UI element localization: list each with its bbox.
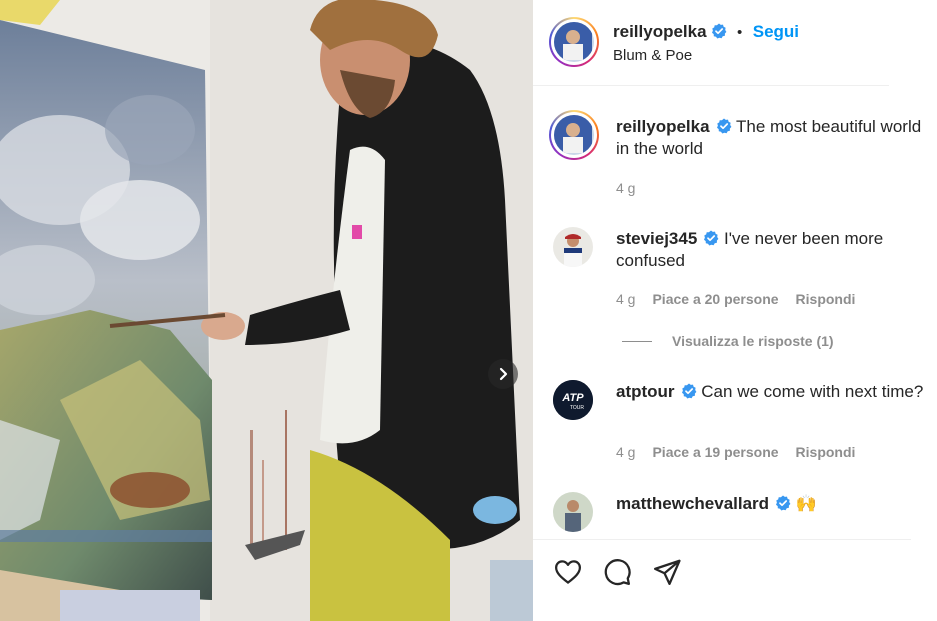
comment-time[interactable]: 4 g — [616, 444, 635, 460]
author-avatar[interactable] — [549, 17, 599, 67]
comment-text: steviej345 I've never been more confused — [616, 228, 932, 272]
view-replies-button[interactable]: Visualizza le risposte (1) — [622, 333, 834, 349]
chevron-right-icon — [499, 367, 508, 381]
share-button[interactable] — [652, 557, 682, 592]
comment-time[interactable]: 4 g — [616, 180, 635, 196]
commenter-avatar[interactable] — [553, 492, 593, 532]
commenter-avatar[interactable] — [553, 227, 593, 267]
comment-text: atptour Can we come with next time? — [616, 381, 932, 403]
speech-bubble-icon — [604, 559, 631, 586]
verified-badge-icon — [776, 495, 791, 511]
caption-avatar[interactable] — [549, 110, 599, 160]
post-image[interactable] — [0, 0, 533, 621]
reply-button[interactable]: Rispondi — [796, 444, 856, 460]
verified-badge-icon — [681, 383, 696, 399]
like-button[interactable] — [553, 557, 583, 592]
reply-button[interactable]: Rispondi — [796, 291, 856, 307]
comment-body: Can we come with next time? — [701, 382, 924, 401]
comment-likes[interactable]: Piace a 20 persone — [652, 291, 778, 307]
comment-meta: 4 g Piace a 19 persone Rispondi — [616, 444, 855, 460]
paper-plane-icon — [654, 559, 681, 585]
post-header: reillyopelka • Segui Blum & Poe — [533, 0, 889, 86]
verified-badge-icon — [716, 118, 731, 134]
replies-divider — [622, 340, 652, 342]
svg-text:TOUR: TOUR — [570, 405, 584, 411]
next-image-button[interactable] — [488, 359, 518, 389]
comment-username[interactable]: atptour — [616, 382, 675, 401]
comment-meta: 4 g — [616, 180, 635, 196]
painting-photo — [0, 0, 533, 621]
comment-username[interactable]: reillyopelka — [616, 117, 710, 136]
comment-username[interactable]: steviej345 — [616, 229, 697, 248]
svg-text:ATP: ATP — [561, 392, 584, 404]
location-link[interactable]: Blum & Poe — [613, 47, 692, 64]
comment-username[interactable]: matthewchevallard — [616, 494, 769, 513]
comment-button[interactable] — [602, 557, 632, 592]
post-side-panel: reillyopelka • Segui Blum & Poe reillyop… — [533, 0, 937, 621]
comment-likes[interactable]: Piace a 19 persone — [652, 444, 778, 460]
follow-button[interactable]: Segui — [753, 22, 799, 41]
author-username[interactable]: reillyopelka — [613, 22, 707, 41]
separator-dot: • — [737, 24, 743, 41]
comment-text: matthewchevallard 🙌 — [616, 493, 932, 515]
commenter-avatar[interactable]: ATP TOUR — [553, 380, 593, 420]
instagram-post: reillyopelka • Segui Blum & Poe reillyop… — [0, 0, 937, 621]
comment-body: 🙌 — [795, 494, 817, 513]
heart-icon — [555, 560, 581, 584]
verified-badge-icon — [704, 230, 719, 246]
comment-time[interactable]: 4 g — [616, 291, 635, 307]
comment-text: reillyopelka The most beautiful world in… — [616, 116, 932, 160]
verified-badge-icon — [711, 23, 726, 39]
action-bar — [533, 539, 911, 621]
view-replies-label: Visualizza le risposte (1) — [672, 333, 834, 349]
comment-meta: 4 g Piace a 20 persone Rispondi — [616, 291, 855, 307]
